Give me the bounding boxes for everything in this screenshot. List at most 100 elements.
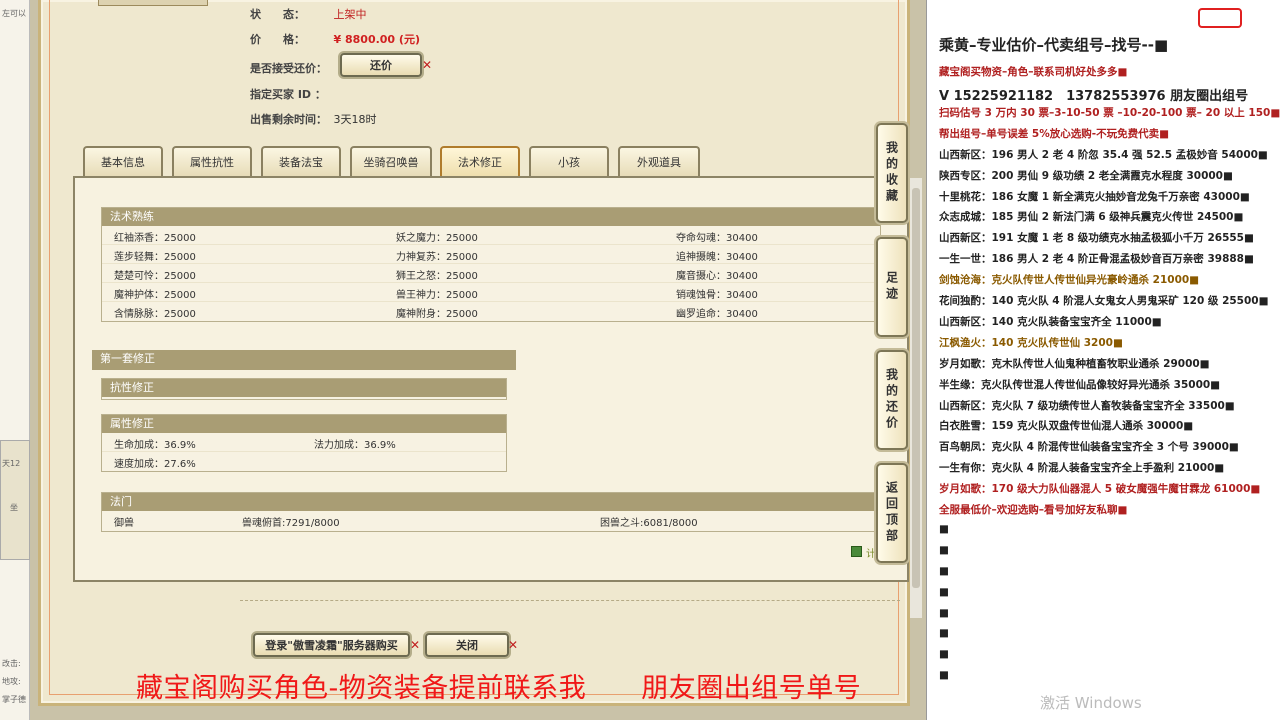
footprint-button[interactable]: 足迹	[876, 237, 908, 337]
section-title: 抗性修正	[102, 379, 506, 397]
tab-appearance[interactable]: 外观道具	[618, 146, 700, 176]
notepad-line: ■	[939, 627, 949, 640]
price-label: 价 格：	[250, 33, 305, 46]
resist-section: 抗性修正	[101, 378, 507, 400]
section-title: 属性修正	[102, 415, 506, 433]
notepad-line: 帮出组号–单号误差 5%放心选购-不玩免费代卖■	[939, 127, 1170, 140]
notepad-line: ■	[939, 669, 949, 682]
my-bargains-button[interactable]: 我的还价	[876, 350, 908, 450]
notepad-line: 山西新区：140 克火队装备宝宝齐全 11000■	[939, 315, 1162, 328]
notepad-line: 剑蚀沧海：克火队传世人传世仙异光豪岭通杀 21000■	[939, 274, 1200, 287]
notepad-line: V 15225921182 13782553976 朋友圈出组号	[939, 88, 1249, 104]
status-row: 状 态： 上架中	[250, 6, 367, 22]
calculator-label[interactable]: 计	[866, 545, 876, 560]
notepad-line: ■	[939, 606, 949, 619]
first-set-header: 第一套修正	[92, 350, 516, 370]
notepad-line: 藏宝阁买物资–角色–联系司机好处多多■	[939, 66, 1128, 78]
notepad-line: 半生缘：克火队传世混人传世仙品像较好异光通杀 35000■	[939, 378, 1221, 391]
table-row: 莲步轻舞：25000 力神复苏：25000 追神摄魄：30400	[102, 245, 880, 264]
cell: 莲步轻舞：25000	[114, 252, 196, 263]
cell: 兽魂俯首:7291/8000	[242, 518, 340, 529]
notepad-panel: 乘黄–专业估价–代卖组号–找号--■ 藏宝阁买物资–角色–联系司机好处多多■ V 1…	[926, 0, 1280, 720]
bargain-button[interactable]: 还价	[340, 53, 422, 77]
tab-child[interactable]: 小孩	[529, 146, 609, 176]
table-row: 含情脉脉：25000 魔神附身：25000 幽罗追命：30400	[102, 302, 880, 321]
notepad-line: 十里桃花：186 女魔 1 新全满克火抽妙音龙兔千万亲密 43000■	[939, 190, 1250, 203]
cell: 魔音摄心：30400	[676, 271, 758, 282]
notepad-line: 全服最低价–欢迎选购–看号加好友私聊■	[939, 504, 1128, 516]
back-to-top-button[interactable]: 返回顶部	[876, 463, 908, 563]
buyer-label: 指定买家 ID ：	[250, 88, 326, 101]
notepad-line: 山西新区：196 男人 2 老 4 阶忽 35.4 强 52.5 孟极妙音 54…	[939, 148, 1268, 161]
notepad-line: 山西新区：克火队 7 级功绩传世人畜牧装备宝宝齐全 33500■	[939, 399, 1235, 412]
my-favorites-button[interactable]: 我的收藏	[876, 123, 908, 223]
strip-label: 地攻:	[2, 677, 21, 686]
notepad-line: 一生一世：186 男人 2 老 4 阶正骨混孟极妙音百万亲密 39888■	[939, 253, 1254, 266]
tab-spell-mods[interactable]: 法术修正	[440, 146, 520, 176]
time-left-label: 出售剩余时间：	[250, 113, 327, 126]
table-row: 魔神护体：25000 兽王神力：25000 销魂蚀骨：30400	[102, 283, 880, 302]
notepad-line: ■	[939, 648, 949, 661]
tab-basic-info[interactable]: 基本信息	[83, 146, 163, 176]
notepad-line: 岁月如歌：170 级大力队仙器混人 5 破女魔强牛魔甘霖龙 61000■	[939, 483, 1261, 496]
divider	[240, 600, 900, 601]
login-server-buy-button[interactable]: 登录"傲雪凌霜"服务器购买	[253, 633, 410, 657]
notepad-line: 江枫渔火：140 克火队传世仙 3200■	[939, 336, 1123, 349]
table-row: 楚楚可怜：25000 狮王之怒：25000 魔音摄心：30400	[102, 264, 880, 283]
section-title: 法术熟练	[102, 208, 880, 226]
time-left-row: 出售剩余时间： 3天18时	[250, 111, 377, 127]
cell: 兽王神力：25000	[396, 290, 478, 301]
close-x-icon: ✕	[508, 638, 519, 652]
scrollbar-thumb[interactable]	[912, 188, 920, 588]
scrollbar[interactable]	[910, 178, 922, 618]
cell: 追神摄魄：30400	[676, 252, 758, 263]
strip-label: 坐	[10, 503, 18, 512]
cell: 狮王之怒：25000	[396, 271, 478, 282]
notepad-line: 山西新区：191 女魔 1 老 8 级功绩克水抽孟极狐小千万 26555■	[939, 232, 1254, 245]
table-row: 生命加成：36.9% 法力加成：36.9%	[102, 433, 506, 452]
cell: 生命加成：36.9%	[114, 440, 196, 451]
cell: 幽罗追命：30400	[676, 309, 758, 320]
notepad-line: 岁月如歌：克木队传世人仙鬼种植畜牧职业通杀 29000■	[939, 357, 1210, 370]
notepad-line: 花间独酌：140 克火队 4 阶混人女鬼女人男鬼采矿 120 级 25500■	[939, 295, 1269, 307]
cell: 困兽之斗:6081/8000	[600, 518, 698, 529]
notepad-line: 乘黄–专业估价–代卖组号–找号--■	[939, 36, 1169, 54]
bargain-label: 是否接受还价：	[250, 62, 327, 75]
cell: 力神复苏：25000	[396, 252, 478, 263]
tab-mounts-pets[interactable]: 坐骑召唤兽	[350, 146, 432, 176]
price-value: ¥ 8800.00 (元)	[333, 33, 420, 46]
notepad-line: ■	[939, 543, 949, 556]
cell: 红袖添香：25000	[114, 233, 196, 244]
top-tab-stub	[98, 0, 208, 6]
notepad-line: ■	[939, 564, 949, 577]
strip-label: 改击:	[2, 659, 21, 668]
notepad-line: 一生有你：克火队 4 阶混人装备宝宝齐全上手盈利 21000■	[939, 462, 1225, 475]
stream-logo-icon	[1198, 8, 1242, 28]
cell: 御兽	[114, 518, 134, 529]
price-row: 价 格： ¥ 8800.00 (元)	[250, 31, 420, 47]
calculator-icon[interactable]	[851, 546, 862, 557]
tab-equipment[interactable]: 装备法宝	[261, 146, 341, 176]
table-row: 速度加成：27.6%	[102, 452, 506, 471]
promo-overlay-text: 藏宝阁购买角色-物资装备提前联系我 朋友圈出组号单号	[136, 673, 862, 704]
notepad-line: ■	[939, 585, 949, 598]
background-window-strip: 左可以 天12 坐 改击: 地攻: 掌子德	[0, 0, 30, 720]
cell: 楚楚可怜：25000	[114, 271, 196, 282]
status-value: 上架中	[333, 8, 367, 21]
cell: 妖之魔力：25000	[396, 233, 478, 244]
windows-activation-watermark: 激活 Windows	[1040, 694, 1142, 712]
strip-label: 左可以	[2, 9, 26, 18]
notepad-line: 百鸟朝凤：克火队 4 阶混传世仙装备宝宝齐全 3 个号 39000■	[939, 441, 1239, 454]
tab-attributes[interactable]: 属性抗性	[172, 146, 252, 176]
table-row: 御兽 兽魂俯首:7291/8000 困兽之斗:6081/8000	[102, 511, 880, 530]
section-title: 法门	[102, 493, 880, 511]
notepad-line: 陕西专区：200 男仙 9 级功绩 2 老全满霞克水程度 30000■	[939, 169, 1233, 182]
close-x-icon: ✕	[410, 638, 421, 652]
status-label: 状 态：	[250, 8, 305, 21]
notepad-line: 扫码估号 3 万内 30 票–3-10-50 票 –10-20-100 票– 2…	[939, 106, 1280, 119]
strip-label: 掌子德	[2, 695, 26, 704]
close-button[interactable]: 关闭	[425, 633, 509, 657]
section-title: 第一套修正	[92, 350, 516, 368]
cell: 含情脉脉：25000	[114, 309, 196, 320]
notepad-line: 白衣胜雪：159 克火队双盘传世仙混人通杀 30000■	[939, 420, 1194, 433]
